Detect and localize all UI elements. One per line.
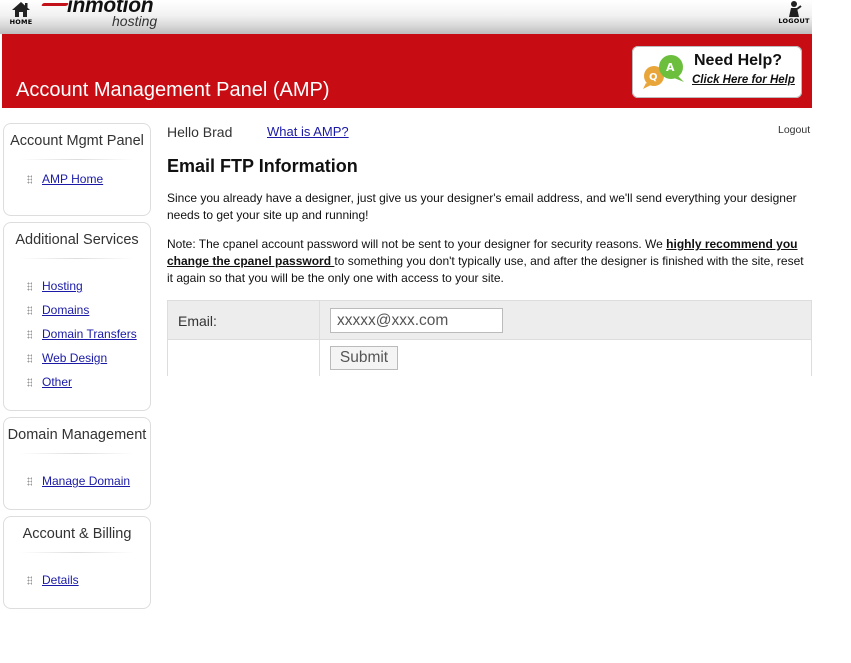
email-row: Email: (168, 300, 811, 340)
sidebar-section-title: Domain Management (7, 427, 147, 443)
svg-text:Q: Q (649, 72, 658, 83)
bullet-icon (27, 354, 32, 363)
top-bar: HOME inmotion hosting LOGOUT (0, 0, 812, 34)
sidebar-item-link[interactable]: Manage Domain (42, 474, 130, 488)
divider (20, 258, 134, 259)
email-label: Email: (178, 313, 217, 329)
note-text-start: Note: The cpanel account password will n… (167, 237, 667, 251)
sidebar-section-domain-management: Domain Management Manage Domain (3, 417, 151, 510)
email-form: Email: Submit (167, 300, 812, 376)
chat-bubbles-icon: Q A (643, 55, 684, 89)
submit-row: Submit (168, 340, 811, 376)
sidebar-item-link[interactable]: Details (42, 573, 79, 587)
sidebar-item-link[interactable]: Domains (42, 303, 89, 317)
logout-person-icon (789, 1, 802, 17)
page-heading: Email FTP Information (167, 156, 358, 176)
bullet-icon (27, 576, 32, 585)
bullet-icon (27, 175, 32, 184)
sidebar-item-web-design[interactable]: Web Design (4, 351, 150, 375)
bullet-icon (27, 282, 32, 291)
logout-link[interactable]: Logout (778, 124, 810, 136)
sidebar-item-domains[interactable]: Domains (4, 303, 150, 327)
sidebar-item-manage-domain[interactable]: Manage Domain (4, 474, 150, 498)
note-paragraph: Note: The cpanel account password will n… (167, 236, 812, 287)
sidebar-item-other[interactable]: Other (4, 375, 150, 399)
home-icon (12, 2, 30, 17)
sidebar-section-account-billing: Account & Billing Details (3, 516, 151, 609)
sidebar-item-amp-home[interactable]: AMP Home (4, 172, 150, 196)
help-link[interactable]: Click Here for Help (692, 74, 795, 86)
greeting: Hello Brad (167, 124, 233, 140)
bullet-icon (27, 378, 32, 387)
sidebar-section-account-mgmt: Account Mgmt Panel AMP Home (3, 123, 151, 216)
page-banner: Account Management Panel (AMP) Q A Need … (2, 34, 812, 108)
need-help-button[interactable]: Q A Need Help? Click Here for Help (632, 46, 802, 98)
sidebar-section-title: Additional Services (15, 232, 139, 248)
logout-label: LOGOUT (778, 17, 810, 25)
sidebar-item-link[interactable]: Other (42, 375, 72, 389)
help-title: Need Help? (694, 52, 783, 69)
logout-button[interactable]: LOGOUT (778, 0, 810, 28)
svg-text:A: A (666, 61, 675, 74)
submit-button[interactable]: Submit (330, 346, 398, 370)
sidebar-item-link[interactable]: AMP Home (42, 172, 103, 186)
logo-subtitle: hosting (112, 13, 158, 29)
sidebar-item-details[interactable]: Details (4, 573, 150, 597)
sidebar-section-title: Account & Billing (22, 526, 132, 542)
sidebar-item-hosting[interactable]: Hosting (4, 279, 150, 303)
divider (20, 453, 134, 454)
what-is-amp-link[interactable]: What is AMP? (267, 124, 349, 139)
bullet-icon (27, 306, 32, 315)
sidebar-section-title: Account Mgmt Panel (10, 133, 144, 149)
divider (20, 552, 134, 553)
column-divider (319, 300, 320, 376)
sidebar-item-link[interactable]: Domain Transfers (42, 327, 137, 341)
logo-swoosh (41, 3, 69, 6)
home-button[interactable]: HOME (8, 1, 34, 29)
sidebar-section-additional-services: Additional Services Hosting Domains Doma… (3, 222, 151, 411)
bullet-icon (27, 477, 32, 486)
inmotion-logo[interactable]: inmotion hosting (38, 0, 168, 32)
page-title: Account Management Panel (AMP) (16, 79, 330, 101)
sidebar-item-link[interactable]: Hosting (42, 279, 83, 293)
sidebar-item-domain-transfers[interactable]: Domain Transfers (4, 327, 150, 351)
email-field[interactable] (330, 308, 503, 333)
intro-paragraph: Since you already have a designer, just … (167, 191, 797, 222)
home-label: HOME (9, 18, 33, 26)
bullet-icon (27, 330, 32, 339)
sidebar-item-link[interactable]: Web Design (42, 351, 107, 365)
divider (20, 159, 134, 160)
